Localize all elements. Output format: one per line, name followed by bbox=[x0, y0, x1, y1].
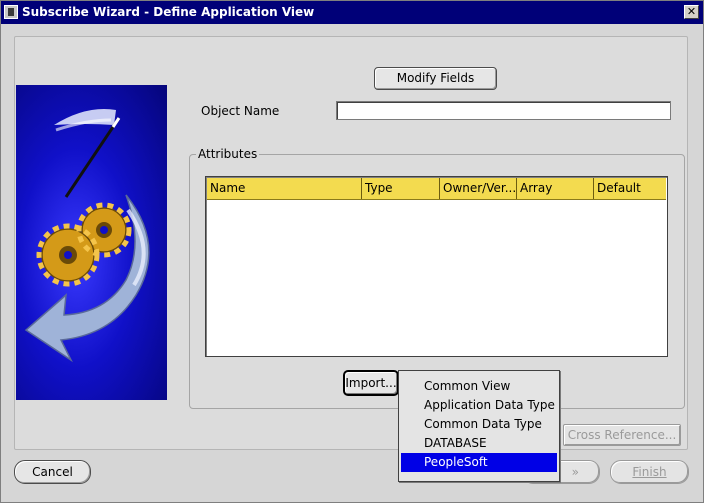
app-icon bbox=[4, 5, 18, 19]
import-label: Import... bbox=[345, 376, 397, 390]
cross-reference-button[interactable]: Cross Reference... bbox=[563, 424, 681, 446]
object-name-label: Object Name bbox=[201, 104, 280, 118]
gears-wand-arrow-icon bbox=[16, 85, 167, 400]
column-header-default[interactable]: Default bbox=[594, 178, 666, 199]
double-chevron-right-icon: » bbox=[571, 465, 579, 479]
cross-reference-label: Cross Reference... bbox=[567, 428, 677, 442]
attributes-label: Attributes bbox=[196, 147, 260, 161]
menu-item-peoplesoft[interactable]: PeopleSoft bbox=[401, 453, 557, 472]
column-header-array[interactable]: Array bbox=[517, 178, 594, 199]
title-bar: Subscribe Wizard - Define Application Vi… bbox=[1, 1, 703, 24]
finish-label: Finish bbox=[632, 465, 667, 479]
close-icon[interactable]: ✕ bbox=[684, 5, 699, 19]
cancel-label: Cancel bbox=[32, 465, 73, 479]
attributes-table[interactable]: Name Type Owner/Ver... Array Default bbox=[205, 176, 668, 357]
menu-item-database[interactable]: DATABASE bbox=[401, 434, 557, 453]
finish-button[interactable]: Finish bbox=[610, 460, 689, 484]
modify-fields-label: Modify Fields bbox=[396, 71, 475, 85]
import-menu: Common View Application Data Type Common… bbox=[398, 370, 560, 482]
menu-item-application-data-type[interactable]: Application Data Type bbox=[401, 396, 557, 415]
cancel-button[interactable]: Cancel bbox=[14, 460, 91, 484]
column-header-name[interactable]: Name bbox=[207, 178, 362, 199]
object-name-input[interactable] bbox=[336, 101, 671, 120]
window-title: Subscribe Wizard - Define Application Vi… bbox=[22, 5, 315, 19]
menu-item-common-data-type[interactable]: Common Data Type bbox=[401, 415, 557, 434]
column-header-owner-version[interactable]: Owner/Ver... bbox=[440, 178, 517, 199]
import-button[interactable]: Import... bbox=[344, 371, 398, 395]
column-header-type[interactable]: Type bbox=[362, 178, 440, 199]
menu-item-common-view[interactable]: Common View bbox=[401, 377, 557, 396]
table-header: Name Type Owner/Ver... Array Default bbox=[207, 178, 666, 200]
modify-fields-button[interactable]: Modify Fields bbox=[374, 67, 497, 90]
